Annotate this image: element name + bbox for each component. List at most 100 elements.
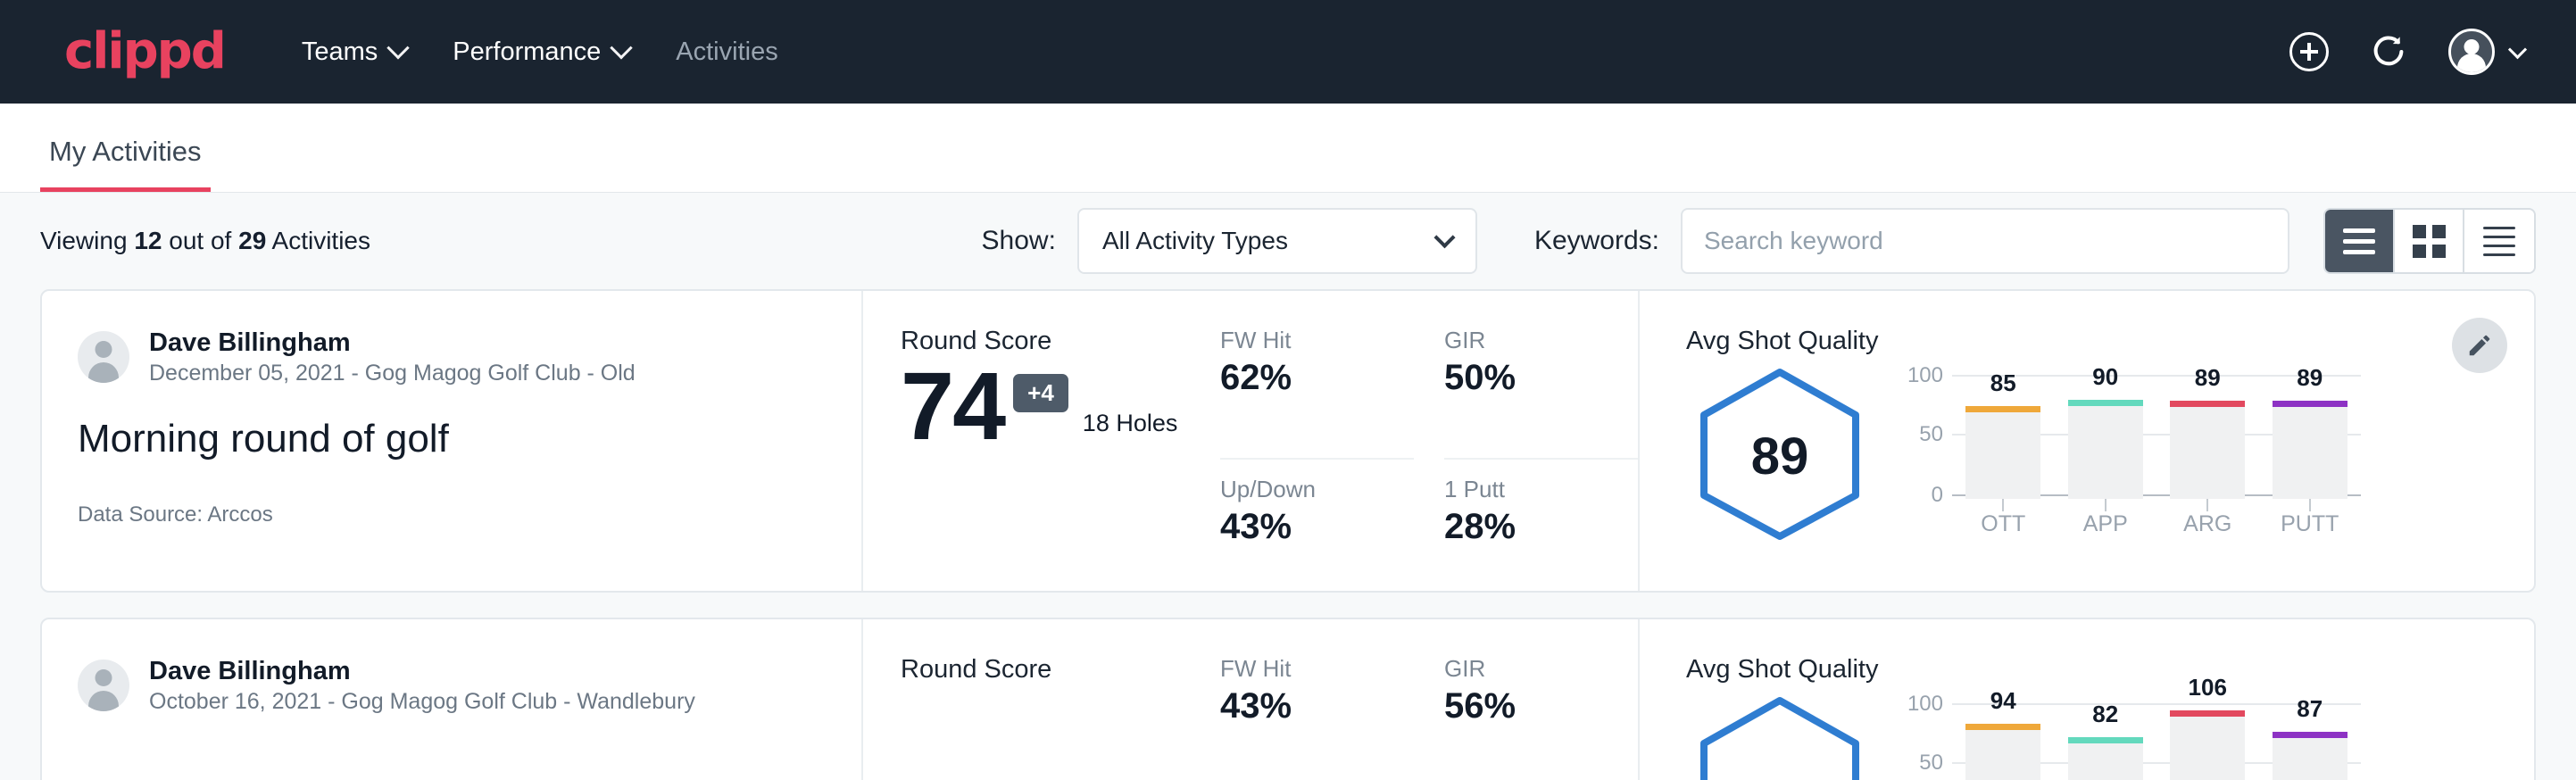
- player-header: Dave Billingham October 16, 2021 - Gog M…: [78, 655, 861, 717]
- quality-hexagon: 89: [1686, 363, 1874, 546]
- round-score-section: Round Score 74 +4 18 Holes: [863, 291, 1220, 591]
- x-label: ARG: [2170, 511, 2245, 537]
- viewing-count: 12: [134, 227, 162, 254]
- search-input[interactable]: Search keyword: [1681, 208, 2289, 274]
- stat-label: Up/Down: [1220, 476, 1389, 503]
- stat-fw-hit: FW Hit 62%: [1220, 327, 1414, 460]
- user-menu[interactable]: [2448, 29, 2524, 75]
- data-source: Data Source: Arccos: [78, 502, 861, 527]
- y-tick: 50: [1919, 422, 1943, 447]
- line: [2483, 227, 2515, 229]
- tab-my-activities[interactable]: My Activities: [40, 136, 211, 192]
- stat-one-putt: 1 Putt 28%: [1444, 460, 1638, 591]
- avg-shot-quality-label: Avg Shot Quality: [1686, 655, 2534, 685]
- nav-item-label: Activities: [676, 37, 777, 67]
- clippd-logo[interactable]: clippd: [64, 27, 225, 77]
- line: [2483, 253, 2515, 256]
- keywords-label: Keywords:: [1534, 226, 1659, 256]
- filter-controls: Show: All Activity Types Keywords: Searc…: [982, 208, 2536, 274]
- stat-value: 56%: [1444, 686, 1613, 726]
- line: [2343, 228, 2375, 233]
- tab-bar: My Activities: [0, 104, 2576, 193]
- stat-value: 62%: [1220, 358, 1389, 398]
- line: [2483, 236, 2515, 238]
- stat-gir: GIR 56%: [1444, 655, 1638, 780]
- player-header: Dave Billingham December 05, 2021 - Gog …: [78, 327, 861, 388]
- avg-shot-quality-value: 89: [1686, 363, 1874, 546]
- activity-type-value: All Activity Types: [1102, 227, 1288, 255]
- list-view-button[interactable]: [2325, 210, 2395, 272]
- y-tick: 100: [1907, 363, 1943, 388]
- holes-label: 18 Holes: [1083, 410, 1178, 437]
- stat-value: 43%: [1220, 686, 1389, 726]
- activity-type-select[interactable]: All Activity Types: [1077, 208, 1477, 274]
- chart-x-labels: OTT APP ARG PUTT: [1952, 511, 2361, 537]
- stat-value: 50%: [1444, 358, 1613, 398]
- pencil-icon: [2466, 332, 2493, 359]
- show-label: Show:: [982, 226, 1056, 256]
- plus-circle-icon[interactable]: [2289, 32, 2329, 71]
- chart-y-axis: 100 50 0: [1897, 363, 1952, 499]
- bar-group-arg: 106: [2170, 692, 2245, 780]
- stat-label: FW Hit: [1220, 327, 1389, 354]
- bar-value: 89: [2273, 364, 2347, 392]
- x-tick: [2002, 499, 2004, 511]
- edit-activity-button[interactable]: [2452, 318, 2507, 373]
- quality-hexagon: [1686, 692, 1874, 780]
- activity-card[interactable]: Dave Billingham October 16, 2021 - Gog M…: [40, 618, 2536, 780]
- bar-value: 82: [2068, 701, 2143, 728]
- activity-summary: Dave Billingham October 16, 2021 - Gog M…: [42, 619, 863, 780]
- quality-body: 89 100 50 0 85: [1686, 363, 2534, 546]
- round-stats: FW Hit 62% GIR 50% Up/Down 43% 1 Putt 28…: [1220, 291, 1640, 591]
- refresh-icon[interactable]: [2368, 31, 2409, 72]
- bar-cap: [1965, 724, 2040, 730]
- shot-quality-chart: 100 50 0 94: [1897, 692, 2361, 780]
- chart-plot: 85 90 89: [1952, 363, 2361, 499]
- bar-cap: [2068, 737, 2143, 743]
- activity-meta: December 05, 2021 - Gog Magog Golf Club …: [149, 359, 636, 388]
- bar-group-app: 90: [2068, 363, 2143, 499]
- search-placeholder: Search keyword: [1704, 227, 1883, 255]
- line: [2343, 250, 2375, 254]
- nav-item-performance[interactable]: Performance: [453, 37, 629, 67]
- bar-value: 106: [2170, 674, 2245, 701]
- bar-cap: [2273, 732, 2347, 738]
- bar-cap: [2068, 400, 2143, 406]
- activity-title: Morning round of golf: [78, 417, 861, 461]
- chevron-down-icon: [611, 37, 633, 59]
- x-label: APP: [2068, 511, 2143, 537]
- avg-shot-quality-section: Avg Shot Quality 100 50 0: [1640, 619, 2534, 780]
- grid-view-button[interactable]: [2395, 210, 2464, 272]
- round-stats: FW Hit 43% GIR 56%: [1220, 619, 1640, 780]
- nav-item-activities[interactable]: Activities: [676, 37, 777, 67]
- stat-fw-hit: FW Hit 43%: [1220, 655, 1414, 780]
- x-tick: [2309, 499, 2311, 511]
- chevron-down-icon: [387, 37, 410, 59]
- nav-item-teams[interactable]: Teams: [302, 37, 406, 67]
- bar-cap: [2273, 401, 2347, 407]
- bar-value: 94: [1965, 687, 2040, 715]
- line: [2343, 239, 2375, 244]
- app-header: clippd Teams Performance Activities: [0, 0, 2576, 104]
- activity-card[interactable]: Dave Billingham December 05, 2021 - Gog …: [40, 289, 2536, 593]
- bar-group-ott: 94: [1965, 692, 2040, 780]
- round-score-label: Round Score: [901, 655, 1220, 685]
- y-tick: 100: [1907, 692, 1943, 717]
- chart-y-axis: 100 50 0: [1897, 692, 1952, 780]
- chevron-down-icon: [1433, 227, 1455, 248]
- compact-view-button[interactable]: [2464, 210, 2534, 272]
- round-score-section: Round Score: [863, 619, 1220, 780]
- chevron-down-icon: [2508, 40, 2527, 59]
- user-avatar-icon: [2448, 29, 2495, 75]
- stat-label: 1 Putt: [1444, 476, 1613, 503]
- viewing-prefix: Viewing: [40, 227, 128, 254]
- round-score-row: 74 +4 18 Holes: [901, 361, 1220, 450]
- stat-gir: GIR 50%: [1444, 327, 1638, 460]
- filter-bar: Viewing 12 out of 29 Activities Show: Al…: [0, 193, 2576, 289]
- grid-icon: [2413, 225, 2446, 258]
- viewing-total: 29: [238, 227, 266, 254]
- bar-value: 85: [1965, 369, 2040, 397]
- bar-group-putt: 87: [2273, 692, 2347, 780]
- bar-group-app: 82: [2068, 692, 2143, 780]
- bar-value: 90: [2068, 363, 2143, 391]
